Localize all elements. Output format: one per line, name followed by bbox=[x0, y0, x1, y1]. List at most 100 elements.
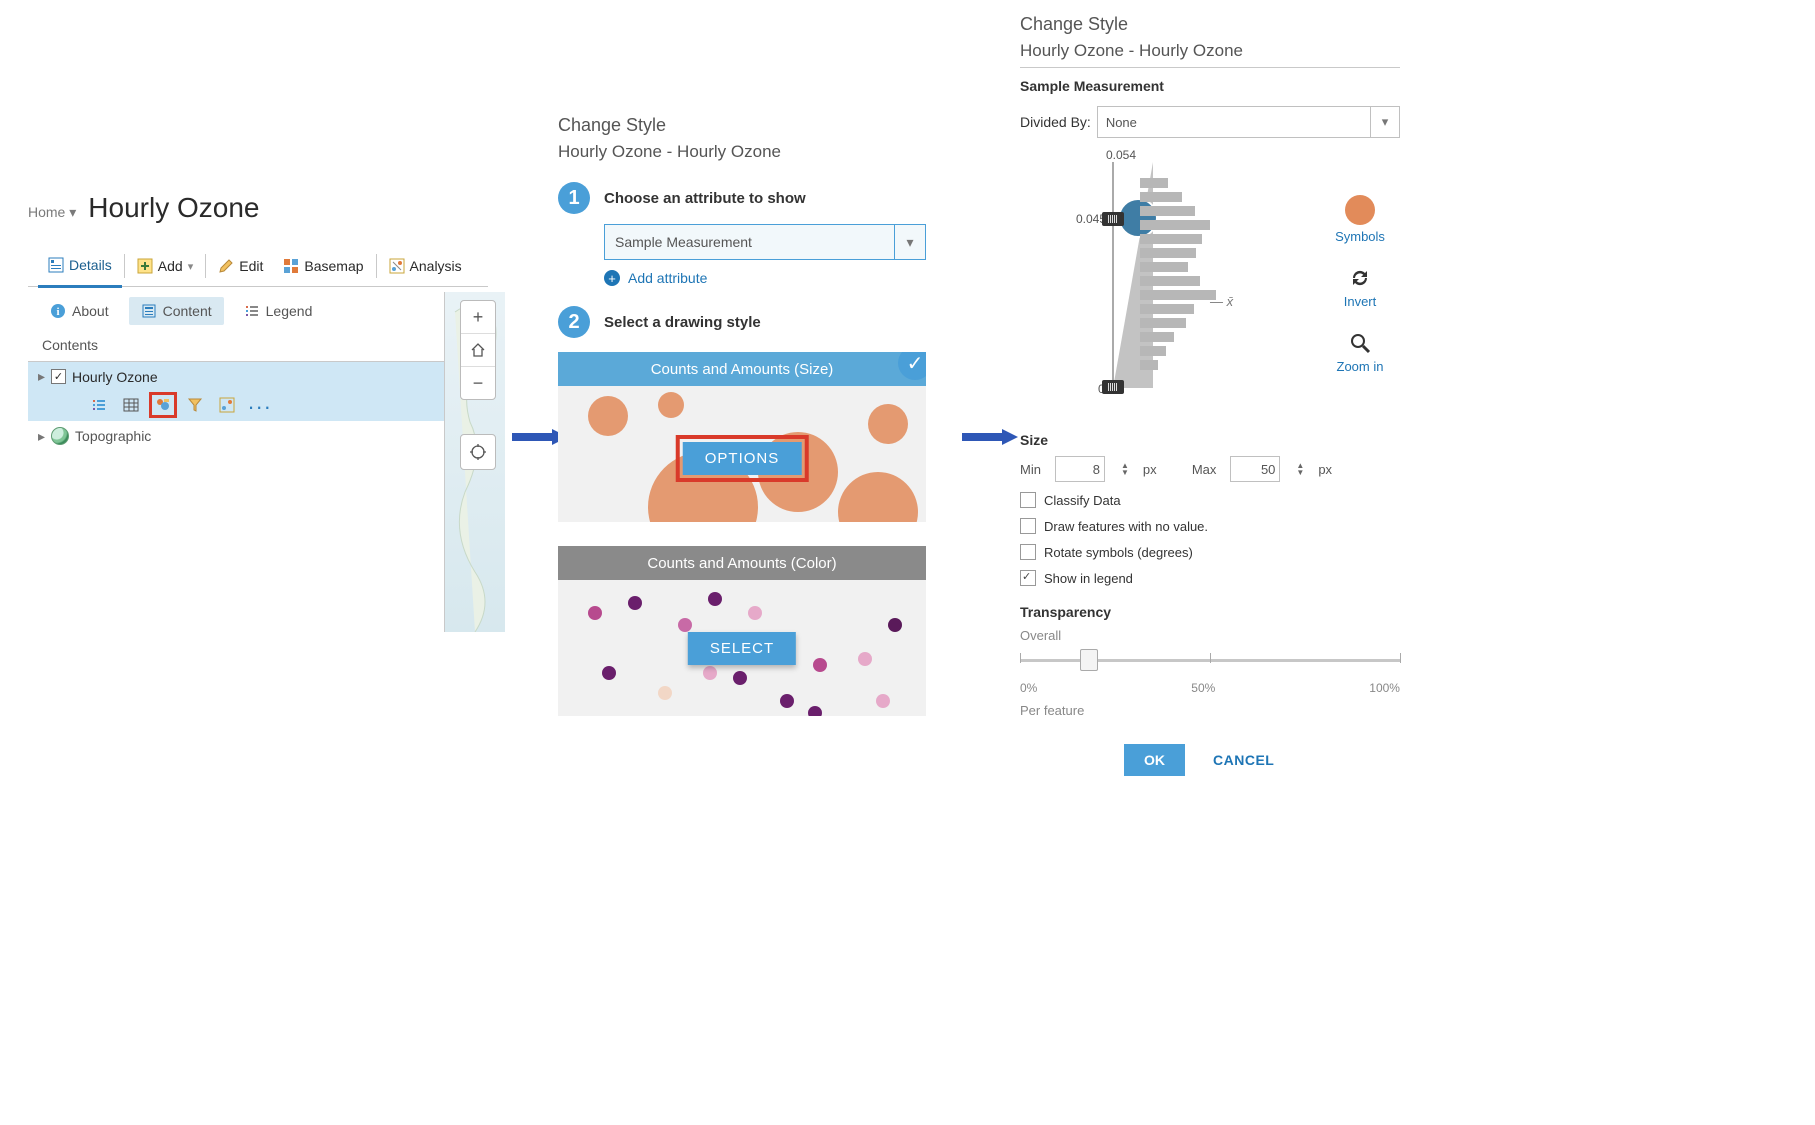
checkbox-icon[interactable] bbox=[1020, 492, 1036, 508]
select-button[interactable]: SELECT bbox=[688, 632, 796, 665]
zoom-in-tool[interactable]: Zoom in bbox=[1337, 331, 1384, 374]
layer-header[interactable]: ▸ ✓ Hourly Ozone bbox=[28, 362, 488, 391]
filter-button[interactable] bbox=[184, 395, 206, 415]
info-icon: i bbox=[50, 303, 66, 319]
layer-name: Hourly Ozone bbox=[72, 369, 158, 385]
min-label: Min bbox=[1020, 462, 1041, 477]
about-tab[interactable]: i About bbox=[38, 297, 121, 325]
slider-handle[interactable] bbox=[1080, 649, 1098, 671]
basemap-icon bbox=[283, 258, 299, 274]
locate-button[interactable] bbox=[460, 434, 496, 470]
checkbox-icon[interactable] bbox=[1020, 570, 1036, 586]
step-2: 2 Select a drawing style bbox=[558, 306, 948, 338]
layer-hourly-ozone: ▸ ✓ Hourly Ozone ... bbox=[28, 362, 488, 421]
perform-analysis-button[interactable] bbox=[216, 395, 238, 415]
change-style-button[interactable] bbox=[152, 395, 174, 415]
details-tab[interactable]: Details bbox=[38, 245, 122, 288]
symbols-label: Symbols bbox=[1335, 229, 1385, 244]
checkbox-icon[interactable] bbox=[1020, 518, 1036, 534]
max-size-stepper[interactable]: ▲▼ bbox=[1296, 462, 1304, 476]
chevron-down-icon: ▾ bbox=[894, 225, 925, 259]
ramp-lower-handle[interactable] bbox=[1102, 380, 1124, 394]
checkbox-icon[interactable] bbox=[1020, 544, 1036, 560]
details-icon bbox=[48, 257, 64, 273]
px-label: px bbox=[1318, 462, 1332, 477]
analysis-icon bbox=[389, 258, 405, 274]
toolbar-divider bbox=[205, 254, 206, 278]
svg-text:i: i bbox=[56, 306, 59, 318]
symbols-tool[interactable]: Symbols bbox=[1335, 195, 1385, 244]
show-legend-button[interactable] bbox=[88, 395, 110, 415]
divided-by-value: None bbox=[1106, 115, 1137, 130]
add-attribute-label: Add attribute bbox=[628, 270, 707, 286]
invert-tool[interactable]: Invert bbox=[1344, 266, 1377, 309]
panel-subtitle: Hourly Ozone - Hourly Ozone bbox=[558, 142, 948, 162]
max-size-input[interactable]: 50 bbox=[1230, 456, 1280, 482]
step-down-icon: ▼ bbox=[1121, 469, 1129, 476]
attribute-select-value: Sample Measurement bbox=[615, 234, 752, 250]
zoom-out-button[interactable]: − bbox=[461, 367, 495, 399]
rotate-label: Rotate symbols (degrees) bbox=[1044, 545, 1193, 560]
step-1-label: Choose an attribute to show bbox=[604, 190, 806, 207]
checkbox-icon[interactable]: ✓ bbox=[51, 369, 66, 384]
style-card-header: Counts and Amounts (Color) bbox=[558, 546, 926, 580]
style-counts-color[interactable]: Counts and Amounts (Color) SELECT bbox=[558, 546, 926, 716]
home-breadcrumb[interactable]: Home ▾ bbox=[28, 204, 76, 221]
size-section: Size Min 8 ▲▼ px Max 50 ▲▼ px bbox=[1020, 432, 1400, 482]
expand-icon[interactable]: ▸ bbox=[38, 368, 45, 385]
home-extent-button[interactable] bbox=[461, 334, 495, 367]
add-label: Add bbox=[158, 258, 183, 274]
divided-by-row: Divided By: None ▾ bbox=[1020, 106, 1400, 138]
attribute-select[interactable]: Sample Measurement ▾ bbox=[604, 224, 926, 260]
details-subnav: i About Content Legend ◂ bbox=[28, 287, 488, 335]
globe-icon bbox=[51, 427, 69, 445]
add-attribute-button[interactable]: + Add attribute bbox=[604, 270, 948, 286]
basemap-layer[interactable]: ▸ Topographic bbox=[28, 421, 488, 451]
ramp-histogram bbox=[1140, 174, 1230, 374]
invert-label: Invert bbox=[1344, 294, 1377, 309]
rotate-checkbox-row[interactable]: Rotate symbols (degrees) bbox=[1020, 544, 1400, 560]
expand-icon[interactable]: ▸ bbox=[38, 428, 45, 445]
style-counts-size[interactable]: Counts and Amounts (Size) ✓ OPTIONS bbox=[558, 352, 926, 522]
ok-button[interactable]: OK bbox=[1124, 744, 1185, 776]
map-toolbar: Details Add ▾ Edit Basemap Analysis bbox=[28, 246, 488, 287]
details-label: Details bbox=[69, 257, 112, 273]
per-feature-label: Per feature bbox=[1020, 703, 1400, 718]
panel-title: Change Style bbox=[558, 115, 948, 136]
zoom-in-button[interactable]: + bbox=[461, 301, 495, 334]
content-tab[interactable]: Content bbox=[129, 297, 224, 325]
add-icon bbox=[137, 258, 153, 274]
options-button[interactable]: OPTIONS bbox=[683, 442, 802, 475]
legend-checkbox-row[interactable]: Show in legend bbox=[1020, 570, 1400, 586]
zoom-controls: + − bbox=[460, 300, 496, 400]
px-label: px bbox=[1143, 462, 1157, 477]
chevron-down-icon: ▾ bbox=[1370, 107, 1399, 137]
tick-100: 100% bbox=[1369, 681, 1400, 695]
legend-icon bbox=[244, 303, 260, 319]
cancel-button[interactable]: CANCEL bbox=[1213, 752, 1274, 768]
chevron-down-icon: ▾ bbox=[69, 204, 76, 220]
analysis-button[interactable]: Analysis bbox=[379, 246, 472, 286]
novalue-checkbox-row[interactable]: Draw features with no value. bbox=[1020, 518, 1400, 534]
transparency-slider[interactable] bbox=[1020, 653, 1400, 677]
show-table-button[interactable] bbox=[120, 395, 142, 415]
edit-button[interactable]: Edit bbox=[208, 246, 273, 286]
min-size-stepper[interactable]: ▲▼ bbox=[1121, 462, 1129, 476]
panel-title: Change Style bbox=[1020, 14, 1400, 35]
step-1: 1 Choose an attribute to show bbox=[558, 182, 948, 214]
toolbar-divider bbox=[124, 254, 125, 278]
toolbar-divider bbox=[376, 254, 377, 278]
add-button[interactable]: Add ▾ bbox=[127, 246, 203, 286]
layer-tools: ... bbox=[28, 391, 488, 421]
step-badge: 2 bbox=[558, 306, 590, 338]
classify-checkbox-row[interactable]: Classify Data bbox=[1020, 492, 1400, 508]
basemap-button[interactable]: Basemap bbox=[273, 246, 373, 286]
change-style-panel: Change Style Hourly Ozone - Hourly Ozone… bbox=[558, 115, 948, 716]
analysis-label: Analysis bbox=[410, 258, 462, 274]
ramp-upper-handle[interactable] bbox=[1102, 212, 1124, 226]
legend-tab[interactable]: Legend bbox=[232, 297, 325, 325]
step-down-icon: ▼ bbox=[1296, 469, 1304, 476]
min-size-input[interactable]: 8 bbox=[1055, 456, 1105, 482]
divided-by-select[interactable]: None ▾ bbox=[1097, 106, 1400, 138]
details-panel: Home ▾ Hourly Ozone Details Add ▾ Edit B… bbox=[28, 192, 488, 451]
